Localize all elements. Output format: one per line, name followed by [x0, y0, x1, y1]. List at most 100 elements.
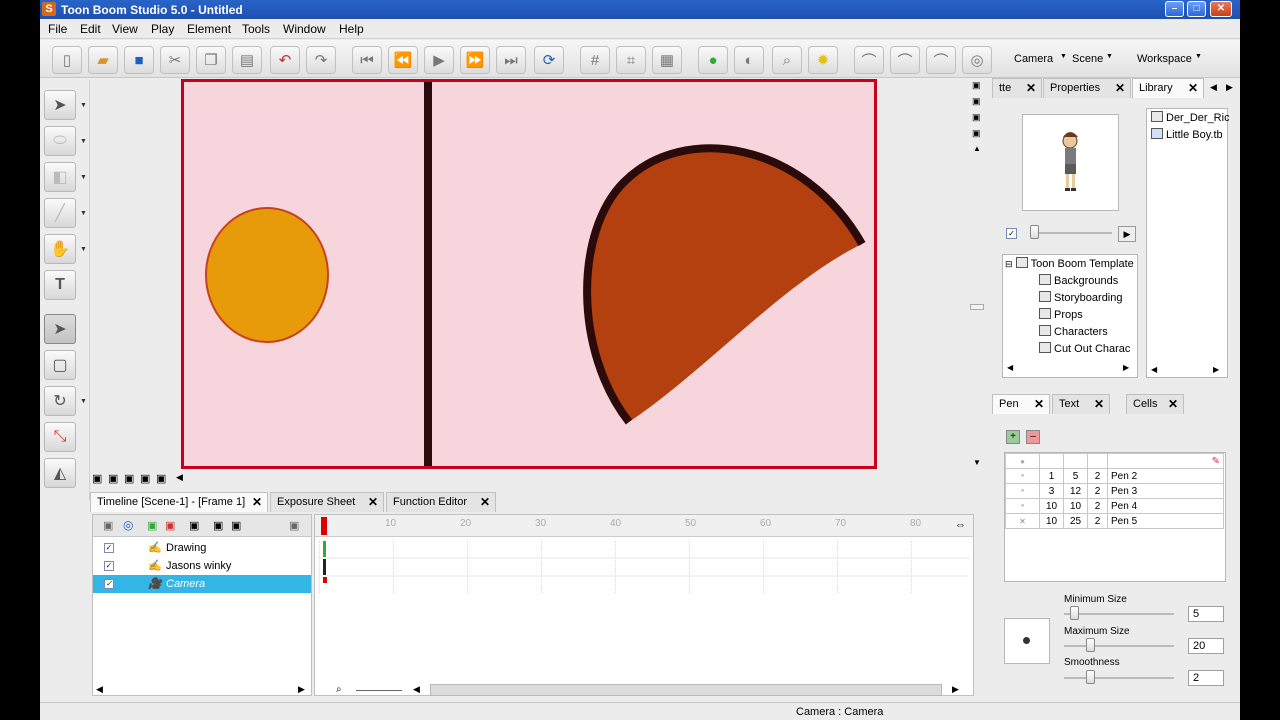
first-frame-icon[interactable]: ⏮ [352, 46, 382, 74]
pen-row[interactable]: ✕ 10 25 2 Pen 5 [1005, 513, 1224, 529]
peg-icon[interactable]: ▣ [189, 519, 199, 532]
close-icon[interactable]: ✕ [1094, 397, 1104, 411]
tab-exposure-sheet[interactable]: Exposure Sheet ✕ [270, 492, 384, 512]
key-icon[interactable]: ▣ [108, 472, 118, 485]
scroll-right-icon[interactable]: ▶ [1213, 365, 1219, 374]
layer-add-icon[interactable]: ◎ [123, 518, 133, 532]
stage-canvas[interactable] [181, 79, 877, 469]
tab-library[interactable]: Library ✕ [1132, 78, 1204, 98]
close-icon[interactable]: ✕ [480, 495, 490, 509]
library-file-list[interactable]: Der_Der_Ric Little Boy.tb ◀ ▶ [1146, 108, 1229, 378]
parent-icon[interactable]: ▣ [231, 519, 241, 532]
keyframe-marker[interactable] [323, 541, 326, 557]
layer-row[interactable]: ✓ ✍ Drawing [93, 539, 311, 557]
maximize-button[interactable]: □ [1187, 1, 1206, 17]
library-file-item[interactable]: Der_Der_Ric [1151, 111, 1229, 128]
pen-row[interactable]: ● 10 10 2 Pen 4 [1005, 498, 1224, 514]
scroll-right-icon[interactable]: ▶ [952, 684, 959, 695]
scroll-left-icon[interactable]: ◀ [1151, 365, 1157, 374]
zoom-icon[interactable]: ⌕ [772, 46, 802, 74]
max-size-input[interactable]: 20 [1188, 638, 1224, 654]
last-frame-icon[interactable]: ⏭ [496, 46, 526, 74]
close-icon[interactable]: ✕ [1026, 81, 1036, 95]
min-size-input[interactable]: 5 [1188, 606, 1224, 622]
select-tool-icon[interactable]: ➤ [44, 90, 76, 120]
pencil-tool-icon[interactable]: ╱ [44, 198, 76, 228]
new-file-icon[interactable]: ▯ [52, 46, 82, 74]
scroll-thumb[interactable] [430, 684, 942, 696]
camera-dropdown[interactable]: Camera [1014, 53, 1053, 65]
workspace-dropdown[interactable]: Workspace [1137, 53, 1192, 65]
group-icon[interactable]: ▣ [213, 519, 223, 532]
delete-element-icon[interactable]: ▣ [165, 519, 175, 532]
frame-block[interactable] [689, 541, 763, 593]
layer-row-selected[interactable]: ✓ 🎥 Camera [93, 575, 311, 593]
close-icon[interactable]: ✕ [252, 495, 262, 509]
frame-block[interactable] [763, 541, 837, 593]
zoom-out-icon[interactable]: ▣ [972, 96, 981, 107]
menu-view[interactable]: View [112, 22, 138, 36]
keyframe-marker[interactable] [323, 559, 326, 575]
safe-area-icon[interactable]: ▦ [652, 46, 682, 74]
menu-element[interactable]: Element [187, 22, 231, 36]
scroll-up-icon[interactable]: ▲ [973, 144, 981, 153]
transform-select-icon[interactable]: ➤ [44, 314, 76, 344]
min-size-knob[interactable] [1070, 606, 1079, 620]
frame-block[interactable] [837, 541, 911, 593]
light-bulb-icon[interactable]: ✹ [808, 46, 838, 74]
reset-view-icon[interactable]: ▣ [972, 128, 981, 139]
collapse-icon[interactable]: ⊟ [1005, 259, 1013, 269]
min-size-slider[interactable] [1064, 613, 1174, 615]
smoothness-slider[interactable] [1064, 677, 1174, 679]
max-size-slider[interactable] [1064, 645, 1174, 647]
zoom-frames-icon[interactable]: ⇔ [955, 519, 966, 531]
chevron-left-icon[interactable]: ◀ [176, 472, 183, 483]
frame-block[interactable] [615, 541, 689, 593]
pen-row[interactable]: ● 1 5 2 Pen 2 [1005, 468, 1224, 484]
zoom-slider[interactable] [356, 690, 402, 691]
tab-pen[interactable]: Pen ✕ [992, 394, 1050, 414]
close-icon[interactable]: ✕ [368, 495, 378, 509]
frame-block[interactable] [911, 541, 969, 593]
play-icon[interactable]: ▶ [424, 46, 454, 74]
scroll-right-icon[interactable]: ▶ [298, 684, 305, 695]
layer-visibility-checkbox[interactable]: ✓ [104, 579, 114, 589]
scene-dropdown[interactable]: Scene [1072, 53, 1103, 65]
preview-slider-knob[interactable] [1030, 225, 1039, 239]
copy-icon[interactable]: ❐ [196, 46, 226, 74]
paste-icon[interactable]: ▤ [232, 46, 262, 74]
next-frame-icon[interactable]: ⏩ [460, 46, 490, 74]
close-icon[interactable]: ✕ [1034, 397, 1044, 411]
text-tool-icon[interactable]: T [44, 270, 76, 300]
preview-slider[interactable] [1032, 232, 1112, 234]
frame-block[interactable] [319, 541, 393, 593]
add-pen-icon[interactable]: + [1006, 430, 1020, 444]
tab-palette[interactable]: tte ✕ [992, 78, 1042, 98]
crop-tool-icon[interactable]: ▢ [44, 350, 76, 380]
scroll-left-icon[interactable]: ◀ [96, 684, 103, 695]
play-preview-icon[interactable]: ▶ [1118, 226, 1136, 242]
menu-file[interactable]: File [48, 22, 67, 36]
close-icon[interactable]: ✕ [1188, 81, 1198, 95]
max-size-knob[interactable] [1086, 638, 1095, 652]
hand-tool-icon[interactable]: ✋ [44, 234, 76, 264]
zoom-in-icon[interactable]: ▣ [972, 80, 981, 91]
frame-block[interactable] [467, 541, 541, 593]
tree-root[interactable]: ⊟ Toon Boom Template [1005, 257, 1135, 274]
rotate-view-icon[interactable]: ▣ [972, 112, 981, 123]
camera-view[interactable]: ◀ ▶ [90, 78, 1003, 486]
loop-icon[interactable]: ▣ [156, 472, 166, 485]
frame-icon[interactable]: ▣ [92, 472, 102, 485]
scroll-right-icon[interactable]: ▶ [1123, 363, 1129, 372]
pen-row[interactable]: ● 3 12 2 Pen 3 [1005, 483, 1224, 499]
rotate-tool-icon[interactable]: ↻ [44, 386, 76, 416]
scroll-thumb[interactable] [970, 304, 984, 310]
expand-icon[interactable]: ▣ [289, 519, 299, 532]
preview-checkbox[interactable]: ✓ [1006, 228, 1017, 239]
frame-block[interactable] [393, 541, 467, 593]
frame-grid[interactable]: 10 20 30 40 50 60 70 80 ⇔ [314, 514, 974, 696]
redo-icon[interactable]: ↷ [306, 46, 336, 74]
camera-view-vscroll[interactable]: ▣ ▣ ▣ ▣ ▲ ▼ [970, 80, 986, 470]
brush-icon[interactable]: ⌒ [854, 46, 884, 74]
minimize-button[interactable]: – [1165, 1, 1184, 17]
